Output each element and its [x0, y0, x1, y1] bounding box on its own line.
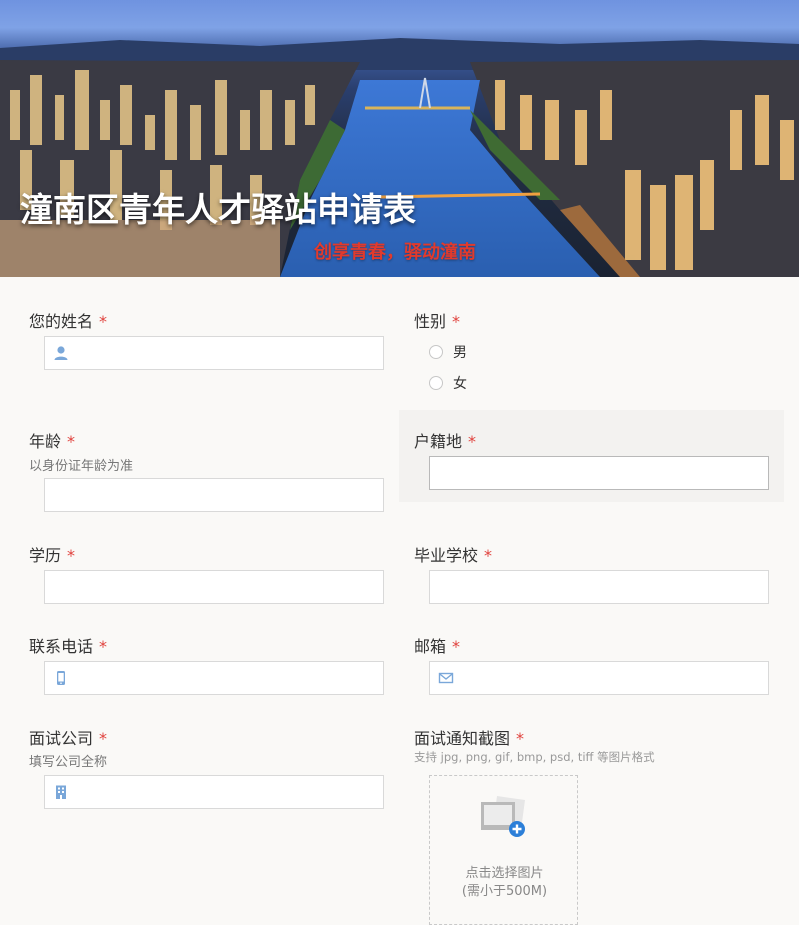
- required-mark: *: [468, 432, 477, 451]
- required-mark: *: [452, 637, 461, 656]
- envelope-icon: [438, 672, 454, 684]
- upload-instruction: 点击选择图片: [465, 866, 544, 881]
- city-night-skyline-illustration: [0, 38, 799, 277]
- screenshot-label: 面试通知截图 *: [414, 725, 524, 749]
- email-label-text: 邮箱: [414, 637, 447, 656]
- mobile-phone-icon: [57, 671, 65, 685]
- required-mark: *: [516, 729, 525, 748]
- phone-input[interactable]: [44, 661, 384, 695]
- required-mark: *: [452, 312, 461, 331]
- education-label-text: 学历: [29, 546, 62, 565]
- radio-button[interactable]: [429, 345, 443, 359]
- hukou-label-text: 户籍地: [414, 432, 463, 451]
- hukou-label: 户籍地 *: [414, 428, 476, 452]
- age-label-text: 年龄: [29, 432, 62, 451]
- company-hint: 填写公司全称: [29, 755, 108, 770]
- company-input[interactable]: [44, 775, 384, 809]
- required-mark: *: [99, 637, 108, 656]
- name-input[interactable]: [44, 336, 384, 370]
- required-mark: *: [99, 729, 108, 748]
- building-icon: [56, 785, 66, 799]
- gender-label: 性别 *: [414, 308, 460, 332]
- school-label-text: 毕业学校: [414, 546, 479, 565]
- screenshot-label-text: 面试通知截图: [414, 729, 511, 748]
- screenshot-format-hint: 支持 jpg, png, gif, bmp, psd, tiff 等图片格式: [414, 750, 655, 764]
- add-image-icon: [481, 796, 525, 837]
- gender-option-label: 男: [453, 345, 467, 361]
- age-hint: 以身份证年龄为准: [29, 459, 134, 474]
- required-mark: *: [484, 546, 493, 565]
- email-input[interactable]: [429, 661, 769, 695]
- phone-label-text: 联系电话: [29, 637, 94, 656]
- age-label: 年龄 *: [29, 428, 75, 452]
- required-mark: *: [67, 432, 76, 451]
- age-input[interactable]: [44, 478, 384, 512]
- phone-label: 联系电话 *: [29, 633, 107, 657]
- gender-label-text: 性别: [414, 312, 447, 331]
- header-banner: 潼南区青年人才驿站申请表 创享青春，驿动潼南: [0, 0, 799, 277]
- gender-option-female[interactable]: 女: [429, 374, 467, 392]
- hukou-input[interactable]: [429, 456, 769, 490]
- upload-size-limit: (需小于500M): [461, 884, 548, 899]
- education-input[interactable]: [44, 570, 384, 604]
- banner-subtitle: 创享青春，驿动潼南: [314, 242, 476, 263]
- gender-option-label: 女: [453, 376, 467, 392]
- radio-button[interactable]: [429, 376, 443, 390]
- school-label: 毕业学校 *: [414, 542, 492, 566]
- company-label-text: 面试公司: [29, 729, 94, 748]
- name-label: 您的姓名 *: [29, 308, 107, 332]
- required-mark: *: [67, 546, 76, 565]
- school-input[interactable]: [429, 570, 769, 604]
- image-upload-area[interactable]: 点击选择图片 (需小于500M): [429, 775, 578, 925]
- gender-option-male[interactable]: 男: [429, 343, 467, 361]
- company-label: 面试公司 *: [29, 725, 107, 749]
- user-icon: [54, 346, 68, 360]
- banner-title: 潼南区青年人才驿站申请表: [20, 190, 416, 229]
- name-label-text: 您的姓名: [29, 312, 94, 331]
- required-mark: *: [99, 312, 108, 331]
- education-label: 学历 *: [29, 542, 75, 566]
- email-label: 邮箱 *: [414, 633, 460, 657]
